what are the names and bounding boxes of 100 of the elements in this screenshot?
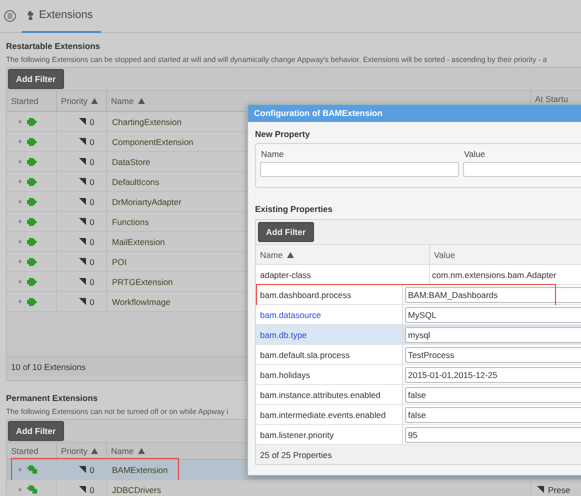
priority-icon [78, 466, 86, 473]
expand-icon[interactable] [19, 199, 22, 204]
priority-icon [78, 218, 86, 225]
extension-name[interactable]: ComponentExtension [112, 136, 194, 146]
priority-icon [78, 178, 86, 185]
property-name: bam.instance.attributes.enabled [260, 390, 380, 400]
property-name: bam.dashboard.process [260, 290, 352, 300]
expand-icon[interactable] [19, 159, 22, 164]
extension-name[interactable]: POI [112, 256, 127, 266]
extension-name[interactable]: MailExtension [112, 236, 165, 246]
priority-value: 0 [90, 236, 94, 246]
extension-name[interactable]: DefaultIcons [112, 176, 160, 186]
expand-icon[interactable] [19, 219, 22, 224]
priority-value: 0 [90, 176, 94, 186]
priority-value: 0 [90, 216, 94, 226]
priority-icon [537, 486, 544, 493]
field-label: Name [260, 148, 285, 160]
priority-icon [78, 158, 86, 165]
add-filter-button[interactable]: Add Filter [8, 421, 64, 441]
extension-name[interactable]: WorkflowImage [112, 296, 170, 306]
value-field[interactable]: TestProcess [405, 346, 581, 362]
priority-icon [78, 278, 86, 285]
priority-value: 0 [90, 296, 94, 306]
property-name: bam.intermediate.events.enabled [260, 410, 386, 420]
property-row[interactable]: bam.dashboard.process BAM:BAM_Dashboards [256, 285, 581, 305]
value-field[interactable]: false [405, 386, 581, 402]
extension-name: BAMExtension [112, 464, 168, 474]
column-header[interactable]: Started [7, 91, 57, 111]
section-title: Permanent Extensions [6, 392, 98, 405]
priority-value: 0 [90, 464, 94, 474]
row-count: 10 of 10 Extensions [11, 362, 86, 372]
value-field[interactable]: 95 [405, 426, 581, 442]
puzzle-icon [27, 10, 34, 20]
property-name: bam.holidays [260, 370, 310, 380]
field-label: Value [463, 148, 486, 160]
column-header[interactable]: Priority [57, 443, 107, 459]
section-title: New Property [255, 128, 310, 141]
extensions-tab[interactable]: Extensions [22, 0, 101, 32]
expand-icon[interactable] [19, 179, 22, 184]
value-field[interactable]: MySQL [405, 306, 581, 322]
priority-value: 0 [90, 196, 94, 206]
value-field[interactable]: mysql [405, 326, 581, 342]
extension-name[interactable]: DrMoriartyAdapter [112, 196, 182, 206]
expand-icon[interactable] [19, 239, 22, 244]
priority-icon [78, 198, 86, 205]
property-name: bam.db.type [260, 330, 307, 340]
property-row[interactable]: bam.datasource MySQL [256, 305, 581, 325]
name-field[interactable] [260, 162, 459, 177]
add-filter-button[interactable]: Add Filter [258, 222, 314, 242]
extension-name[interactable]: PRTGExtension [112, 276, 173, 286]
value-field[interactable]: false [405, 406, 581, 422]
section-title: Existing Properties [255, 203, 332, 216]
menu-icon[interactable] [4, 10, 16, 22]
priority-value: 0 [90, 276, 94, 286]
priority-value: 0 [90, 136, 94, 146]
property-row[interactable]: bam.holidays 2015-01-01,2015-12-25 [256, 365, 581, 385]
priority-icon [78, 486, 86, 493]
priority-value: 0 [90, 256, 94, 266]
priority-value: 0 [90, 116, 94, 126]
property-row[interactable]: bam.listener.priority 95 [256, 425, 581, 445]
property-row[interactable]: bam.db.type mysql [256, 325, 581, 345]
value-field[interactable]: 2015-01-01,2015-12-25 [405, 366, 581, 382]
priority-icon [78, 138, 86, 145]
add-filter-button[interactable]: Add Filter [8, 69, 64, 89]
priority-icon [78, 238, 86, 245]
plug-lock-icon [27, 485, 38, 494]
expand-icon[interactable] [19, 467, 22, 472]
extension-name: JDBCDrivers [112, 484, 162, 494]
priority-icon [78, 258, 86, 265]
priority-value: 0 [90, 156, 94, 166]
cell-text: Prese [548, 484, 570, 494]
plug-lock-icon [27, 465, 38, 474]
extension-name[interactable]: ChartingExtension [112, 116, 182, 126]
property-value: com.nm.extensions.bam.Adapter [432, 270, 556, 280]
property-name: bam.default.sla.process [260, 350, 350, 360]
section-title: Restartable Extensions [6, 40, 100, 53]
extension-name[interactable]: Functions [112, 216, 149, 226]
expand-icon[interactable] [19, 139, 22, 144]
property-name: adapter-class [260, 270, 312, 280]
column-header[interactable]: Name [256, 245, 430, 264]
column-header[interactable]: Priority [57, 91, 107, 111]
extension-name[interactable]: DataStore [112, 156, 150, 166]
expand-icon[interactable] [19, 119, 22, 124]
value-field[interactable]: BAM:BAM_Dashboards [405, 286, 581, 302]
priority-icon [78, 118, 86, 125]
column-header[interactable]: Started [7, 443, 57, 459]
expand-icon[interactable] [19, 299, 22, 304]
expand-icon[interactable] [19, 487, 22, 492]
expand-icon[interactable] [19, 259, 22, 264]
dialog-title: Configuration of BAMExtension [248, 105, 581, 122]
priority-value: 0 [90, 484, 94, 494]
value-field[interactable] [463, 162, 581, 177]
property-name: bam.listener.priority [260, 430, 334, 440]
property-row[interactable]: bam.instance.attributes.enabled false [256, 385, 581, 405]
property-row[interactable]: bam.default.sla.process TestProcess [256, 345, 581, 365]
priority-icon [78, 298, 86, 305]
property-row[interactable]: bam.intermediate.events.enabled false [256, 405, 581, 425]
expand-icon[interactable] [19, 279, 22, 284]
column-header[interactable]: Value [430, 245, 581, 264]
row-count: 25 of 25 Properties [260, 450, 332, 460]
